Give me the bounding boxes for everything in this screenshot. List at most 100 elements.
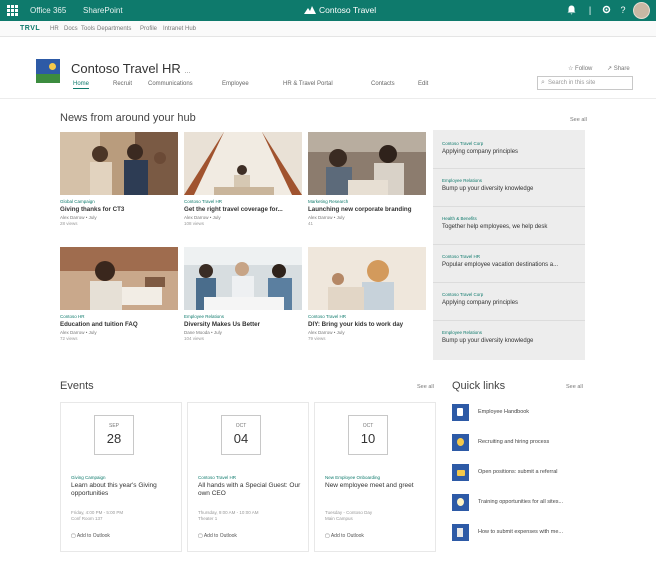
side-news-category: Employee Relations [442,178,483,183]
event-category: Contoso Travel HR [198,475,237,480]
quick-link-label: Recruiting and hiring process [478,439,550,445]
site-nav-contacts[interactable]: Contacts [371,81,395,87]
site-nav-recruit[interactable]: Recruit [113,81,132,87]
site-title-text: Contoso Travel HR [71,61,181,76]
events-see-all-link[interactable]: See all [417,384,434,390]
news-card[interactable]: Employee Relations Diversity Makes Us Be… [184,247,302,357]
add-to-outlook-button[interactable]: ▢ Add to Outlook [71,533,110,539]
news-thumbnail [60,247,178,310]
news-category: Employee Relations [184,314,225,319]
hub-nav-item[interactable]: Intranet Hub [163,26,196,32]
news-card[interactable]: Contoso Travel HR Get the right travel c… [184,132,302,242]
lightbulb-icon [452,494,469,511]
quick-link-item[interactable]: Open positions: submit a referral [452,464,592,488]
site-title[interactable]: Contoso Travel HR ... [71,61,190,76]
news-see-all-link[interactable]: See all [570,117,587,123]
site-nav-home[interactable]: Home [73,81,90,89]
side-news-item[interactable]: Employee Relations Bump up your diversit… [442,178,580,192]
news-side-list: Contoso Travel Corp Applying company pri… [433,130,585,360]
add-to-outlook-button[interactable]: ▢ Add to Outlook [325,533,364,539]
sharepoint-link[interactable]: SharePoint [83,6,123,15]
hub-nav-item[interactable]: Departments [97,26,131,32]
event-location: Conf Room 137 [71,516,103,521]
event-card[interactable]: OCT 10 New Employee Onboarding New emplo… [314,402,436,552]
site-search-input[interactable]: ⌕ Search in this site [537,76,633,90]
hub-nav-item[interactable]: HR [50,26,59,32]
news-views: 79 views [308,336,326,341]
event-day: 28 [106,431,122,446]
site-nav-communications[interactable]: Communications [148,81,193,87]
hub-site-name[interactable]: Contoso Travel [304,5,376,15]
site-title-suffix: ... [184,68,191,75]
quick-link-label: Open positions: submit a referral [478,469,558,475]
side-news-title[interactable]: Applying company principles [442,300,580,306]
sun-icon [49,63,56,70]
quick-link-item[interactable]: Employee Handbook [452,404,592,428]
side-news-title[interactable]: Popular employee vacation destinations a… [442,262,580,268]
news-title[interactable]: Diversity Makes Us Better [184,321,260,328]
site-header: Contoso Travel HR ... Home Recruit Commu… [0,37,656,99]
event-card[interactable]: OCT 04 Contoso Travel HR All hands with … [187,402,309,552]
quick-link-item[interactable]: Recruiting and hiring process [452,434,592,458]
hub-logo[interactable]: TRVL [20,25,40,32]
side-news-title[interactable]: Bump up your diversity knowledge [442,338,580,344]
news-card[interactable]: Global Campaign Giving thanks for CT3 Al… [60,132,178,242]
quick-links-see-all-link[interactable]: See all [566,384,583,390]
news-author: Dane Mooda • July [184,330,222,335]
mountain-icon [304,6,316,14]
side-news-title[interactable]: Bump up your diversity knowledge [442,186,580,192]
news-title[interactable]: Giving thanks for CT3 [60,206,124,213]
news-author: Alex Darrow • July [60,215,97,220]
event-title[interactable]: Learn about this year's Giving opportuni… [71,482,177,498]
bell-icon[interactable] [566,5,576,15]
side-news-title[interactable]: Together help employees, we help desk [442,224,580,230]
news-views: 41 [308,221,314,226]
news-card[interactable]: Marketing Research Launching new corpora… [308,132,426,242]
side-news-item[interactable]: Contoso Travel HR Popular employee vacat… [442,254,580,268]
side-news-item[interactable]: Employee Relations Bump up your diversit… [442,330,580,344]
share-button[interactable]: ↗ Share [607,65,630,72]
site-logo[interactable] [36,59,60,83]
events-section-title: Events [60,380,94,392]
side-news-item[interactable]: Contoso Travel Corp Applying company pri… [442,141,580,155]
site-nav-portal[interactable]: HR & Travel Portal [283,81,333,87]
event-time: Tuesday - Contoso Day Main Campus [325,510,372,522]
news-title[interactable]: Launching new corporate branding [308,206,411,213]
site-nav-employee[interactable]: Employee [222,81,249,87]
news-thumbnail [308,247,426,310]
side-news-category: Employee Relations [442,330,483,335]
side-news-title[interactable]: Applying company principles [442,149,580,155]
news-author: Alex Darrow • July [308,330,345,335]
news-title[interactable]: Get the right travel coverage for... [184,206,283,213]
side-news-item[interactable]: Health & Benefits Together help employee… [442,216,580,230]
news-card[interactable]: Contoso HR Education and tuition FAQ Ale… [60,247,178,357]
hub-nav-item[interactable]: Docs [64,26,78,32]
news-category: Contoso Travel HR [184,199,223,204]
app-launcher-icon[interactable] [7,5,18,16]
news-thumbnail [60,132,178,195]
event-card[interactable]: SEP 28 Giving Campaign Learn about this … [60,402,182,552]
hub-site-label: Contoso Travel [319,5,377,15]
event-title[interactable]: New employee meet and greet [325,482,431,490]
news-title[interactable]: DIY: Bring your kids to work day [308,321,403,328]
news-title[interactable]: Education and tuition FAQ [60,321,138,328]
follow-button[interactable]: ☆ Follow [568,65,592,72]
quick-link-item[interactable]: How to submit expenses with me... [452,524,592,548]
add-to-outlook-button[interactable]: ▢ Add to Outlook [198,533,237,539]
gear-icon[interactable] [601,5,611,15]
divider [433,206,585,207]
help-icon[interactable]: ? [618,5,628,15]
office-365-link[interactable]: Office 365 [30,6,66,15]
news-category: Contoso Travel HR [308,314,347,319]
document-icon [452,404,469,421]
news-card[interactable]: Contoso Travel HR DIY: Bring your kids t… [308,247,426,357]
event-title[interactable]: All hands with a Special Guest: Our own … [198,482,304,498]
search-icon: ⌕ [541,79,545,86]
side-news-category: Contoso Travel Corp [442,292,484,297]
avatar[interactable] [633,2,650,19]
hub-nav-item[interactable]: Profile [140,26,157,32]
quick-link-item[interactable]: Training opportunities for all sites... [452,494,592,518]
hub-nav-item[interactable]: Tools [81,26,95,32]
side-news-item[interactable]: Contoso Travel Corp Applying company pri… [442,292,580,306]
site-nav-edit[interactable]: Edit [418,81,428,87]
